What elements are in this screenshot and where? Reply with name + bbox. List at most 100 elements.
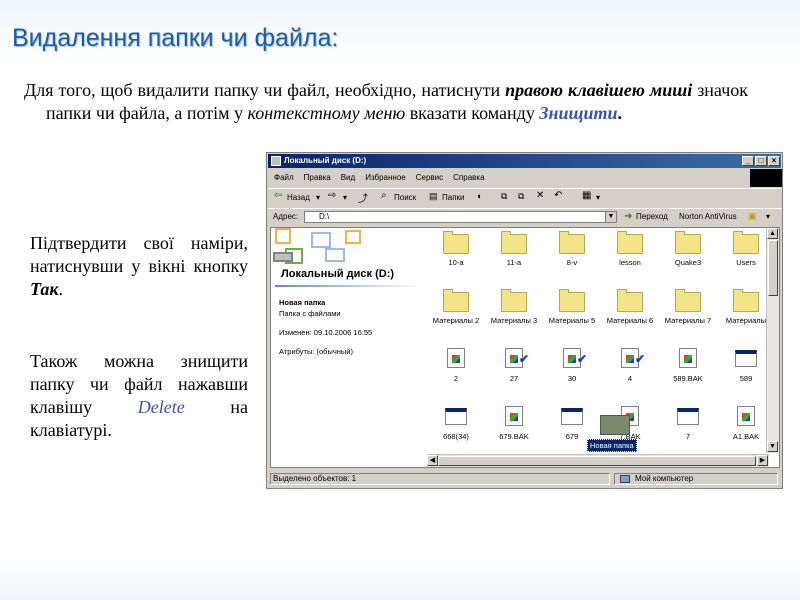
go-button[interactable]: Переход: [636, 212, 668, 221]
details-pane: Локальный диск (D:) Новая папка Папка с …: [271, 228, 427, 467]
item-label: Материалы 5: [548, 316, 596, 325]
address-input[interactable]: D:\ ▼: [304, 211, 617, 223]
folders-button[interactable]: Папки: [442, 193, 465, 202]
intro-delete-command: Знищити: [539, 103, 618, 123]
dragged-folder-label[interactable]: Новая папка: [587, 439, 637, 452]
file-item[interactable]: 7: [659, 406, 717, 441]
norton-icon[interactable]: ▣: [748, 211, 757, 222]
views-dropdown-icon[interactable]: ▾: [596, 193, 600, 202]
divider: [275, 285, 423, 287]
intro-context-menu: контекстному меню: [247, 103, 406, 123]
folder-item[interactable]: 11-а: [485, 231, 543, 267]
norton-antivirus-button[interactable]: Norton AntiVirus: [679, 212, 737, 221]
history-icon[interactable]: ◐: [477, 191, 482, 201]
menu-file[interactable]: Файл: [274, 173, 294, 182]
confirm-text-3: .: [58, 279, 63, 299]
folder-icon: [501, 231, 527, 254]
selected-item-attributes: Атрибуты: (обычный): [279, 347, 353, 356]
folder-icon: [733, 231, 759, 254]
folders-icon[interactable]: ▤: [429, 191, 438, 202]
norton-dropdown-icon[interactable]: ▾: [766, 212, 770, 221]
folder-item[interactable]: Материалы 2: [427, 289, 485, 325]
address-dropdown-icon[interactable]: ▼: [605, 212, 616, 222]
go-arrow-icon[interactable]: ➜: [624, 211, 632, 222]
scroll-up-icon[interactable]: ▲: [767, 228, 778, 239]
vertical-scrollbar[interactable]: ▲ ▼: [766, 228, 779, 453]
content-area: Локальный диск (D:) Новая папка Папка с …: [270, 227, 780, 468]
menu-help[interactable]: Справка: [453, 173, 484, 182]
file-item[interactable]: ✔ 27: [485, 348, 543, 383]
delete-icon[interactable]: ✕: [536, 190, 544, 201]
drive-title: Локальный диск (D:): [281, 268, 395, 280]
menu-tools[interactable]: Сервис: [416, 173, 443, 182]
folder-item[interactable]: Материалы 3: [485, 289, 543, 325]
folder-item[interactable]: Материалы 6: [601, 289, 659, 325]
item-label: Материалы 3: [490, 316, 538, 325]
menu-view[interactable]: Вид: [341, 173, 355, 182]
views-icon[interactable]: ▦: [582, 190, 591, 201]
menu-bar: Файл Правка Вид Избранное Сервис Справка: [268, 170, 748, 185]
window-titlebar[interactable]: Локальный диск (D:) _ □ ×: [268, 154, 781, 168]
item-label: Материалы 2: [432, 316, 480, 325]
decorative-square: [311, 232, 331, 248]
folder-item[interactable]: 8-v: [543, 231, 601, 267]
keyboard-paragraph: Також можна знищити папку чи файл нажавш…: [30, 350, 248, 442]
slide-title: Видалення папки чи файла:: [12, 24, 339, 52]
bottom-decoration: [0, 560, 800, 600]
folder-item[interactable]: Материалы 5: [543, 289, 601, 325]
folder-item[interactable]: Материалы 7: [659, 289, 717, 325]
folder-icon: [559, 231, 585, 254]
toolbar: ⇦ Назад ▾ ⇨ ▾ ⤴ ⌕ Поиск ▤ Папки ◐ ⧉ ⧉ ✕ …: [268, 188, 782, 207]
back-arrow-icon[interactable]: ⇦: [274, 190, 282, 201]
window-title: Локальный диск (D:): [284, 156, 367, 165]
forward-arrow-icon[interactable]: ⇨: [328, 190, 336, 201]
folder-icon: [675, 231, 701, 254]
disk-icon: [273, 252, 293, 262]
file-item[interactable]: 2: [427, 348, 485, 383]
file-item[interactable]: 589.BAK: [659, 348, 717, 383]
scroll-left-icon[interactable]: ◀: [427, 455, 438, 466]
file-item[interactable]: ✔ 4: [601, 348, 659, 383]
application-icon: [679, 348, 697, 368]
menu-favorites[interactable]: Избранное: [365, 173, 406, 182]
search-icon[interactable]: ⌕: [381, 190, 387, 201]
close-button[interactable]: ×: [768, 156, 780, 166]
file-icon-grid: 10-а 11-а 8-v lesson Quake3 Users Матери…: [427, 228, 769, 467]
checkmark-icon: ✔: [576, 352, 587, 366]
checkmark-icon: ✔: [634, 352, 645, 366]
back-dropdown-icon[interactable]: ▾: [316, 193, 320, 202]
folder-icon: [733, 289, 759, 312]
file-item[interactable]: 679: [543, 406, 601, 441]
application-icon: [447, 348, 465, 368]
up-folder-icon[interactable]: ⤴: [358, 190, 368, 205]
menu-edit[interactable]: Правка: [304, 173, 331, 182]
vertical-scroll-thumb[interactable]: [768, 240, 778, 296]
item-label: 7: [685, 432, 691, 441]
scroll-down-icon[interactable]: ▼: [767, 441, 778, 452]
window-icon: [445, 408, 467, 425]
maximize-button[interactable]: □: [755, 156, 767, 166]
file-item[interactable]: ✔ 30: [543, 348, 601, 383]
undo-icon[interactable]: ↶: [554, 190, 562, 201]
selected-item-name: Новая папка: [279, 298, 326, 307]
window-icon: [561, 408, 583, 425]
folder-item[interactable]: 10-а: [427, 231, 485, 267]
dragged-folder-icon[interactable]: [600, 415, 630, 435]
move-to-icon[interactable]: ⧉: [501, 191, 507, 202]
minimize-button[interactable]: _: [742, 156, 754, 166]
back-button[interactable]: Назад: [287, 193, 310, 202]
scroll-right-icon[interactable]: ▶: [757, 455, 768, 466]
folder-item[interactable]: lesson: [601, 231, 659, 267]
item-label: Материалы 6: [606, 316, 654, 325]
horizontal-scrollbar[interactable]: ◀ ▶: [427, 454, 769, 467]
horizontal-scroll-thumb[interactable]: [438, 456, 756, 466]
application-icon: [505, 406, 523, 426]
folder-item[interactable]: Quake3: [659, 231, 717, 267]
file-item[interactable]: 679.BAK: [485, 406, 543, 441]
search-button[interactable]: Поиск: [394, 193, 416, 202]
status-location-pane: Мой компьютер: [614, 473, 778, 485]
forward-dropdown-icon[interactable]: ▾: [343, 193, 347, 202]
copy-to-icon[interactable]: ⧉: [518, 191, 524, 202]
file-item[interactable]: 668(34): [427, 406, 485, 441]
decorative-square: [275, 228, 291, 244]
